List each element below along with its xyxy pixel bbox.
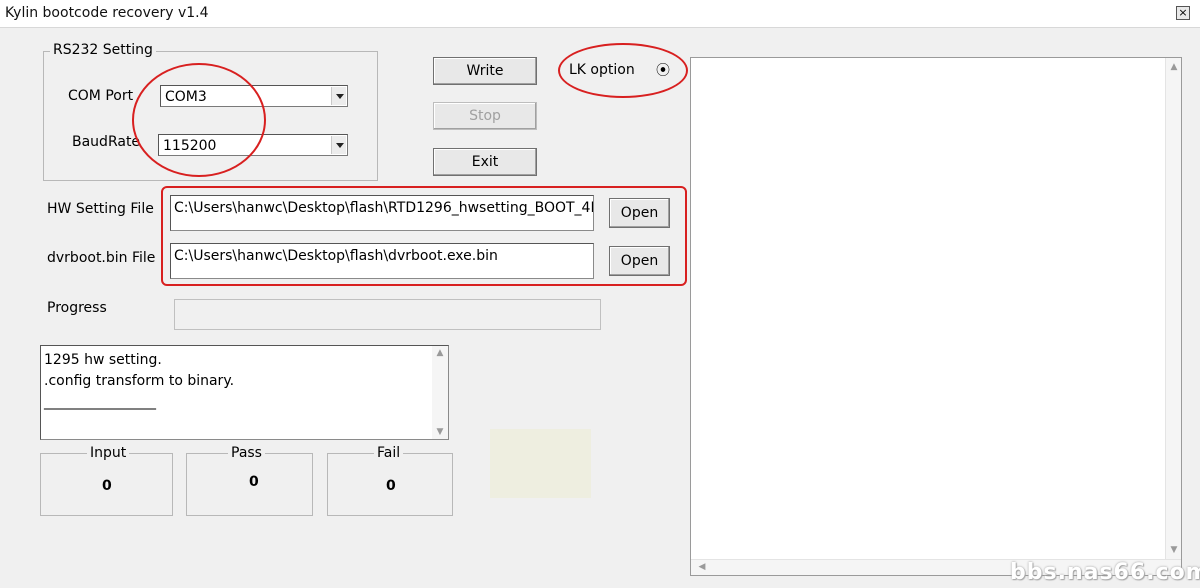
output-scroll-left-icon[interactable]: ◀ xyxy=(695,562,709,572)
progress-label: Progress xyxy=(47,300,107,316)
status-indicator xyxy=(490,429,591,498)
output-scroll-up-icon[interactable]: ▲ xyxy=(1167,62,1181,72)
pass-counter-label: Pass xyxy=(228,445,265,461)
output-vscrollbar[interactable]: ▲ ▼ xyxy=(1165,58,1181,575)
input-counter-value: 0 xyxy=(102,478,112,494)
pass-counter-value: 0 xyxy=(249,474,259,490)
watermark: bbs.nas66.com xyxy=(1010,560,1200,585)
input-counter-label: Input xyxy=(87,445,130,461)
dvrboot-file-label: dvrboot.bin File xyxy=(47,250,156,266)
log-line: .config transform to binary. xyxy=(44,373,235,389)
log-lines: 1295 hw setting. .config transform to bin… xyxy=(44,350,234,413)
write-button[interactable]: Write xyxy=(433,57,537,85)
annotation-ellipse-com xyxy=(132,63,266,177)
fail-counter-label: Fail xyxy=(374,445,404,461)
log-scrollbar[interactable]: ▲ ▼ xyxy=(432,346,448,439)
baudrate-label: BaudRate xyxy=(72,134,141,150)
log-textarea[interactable]: 1295 hw setting. .config transform to bin… xyxy=(40,345,449,440)
rs232-group-title: RS232 Setting xyxy=(50,42,156,58)
baudrate-dropdown-icon[interactable] xyxy=(331,136,346,154)
log-line: ________________ xyxy=(44,394,156,410)
output-scroll-down-icon[interactable]: ▼ xyxy=(1167,545,1181,555)
window-title: Kylin bootcode recovery v1.4 xyxy=(5,5,209,21)
hw-setting-file-label: HW Setting File xyxy=(47,201,154,217)
com-port-dropdown-icon[interactable] xyxy=(331,87,346,105)
log-line: 1295 hw setting. xyxy=(44,352,162,368)
close-button[interactable]: × xyxy=(1176,6,1190,20)
progress-bar xyxy=(174,299,601,330)
output-panel[interactable]: ▲ ▼ ◀ xyxy=(690,57,1182,576)
annotation-rect-files xyxy=(161,186,687,286)
exit-button[interactable]: Exit xyxy=(433,148,537,176)
fail-counter-value: 0 xyxy=(386,478,396,494)
stop-button[interactable]: Stop xyxy=(433,102,537,130)
com-port-label: COM Port xyxy=(68,88,134,104)
annotation-ellipse-lk xyxy=(558,43,688,98)
scroll-up-icon[interactable]: ▲ xyxy=(433,348,447,358)
scroll-down-icon[interactable]: ▼ xyxy=(433,427,447,437)
